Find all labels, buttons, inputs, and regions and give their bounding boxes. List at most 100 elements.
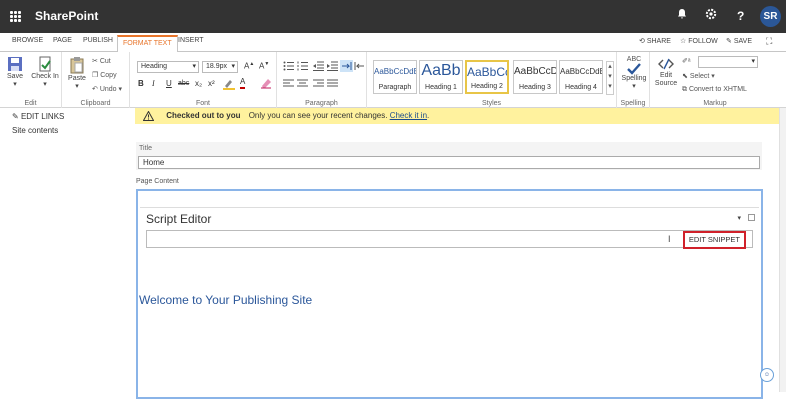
select-button[interactable]: ⬉ Select ▾ — [682, 72, 715, 80]
convert-to-xhtml-button[interactable]: ⧉ Convert to XHTML — [682, 86, 747, 94]
style-heading-3[interactable]: AaBbCcDc Heading 3 — [513, 60, 557, 94]
align-center-icon[interactable] — [297, 79, 308, 88]
group-markup: Edit Source ✐ᵃ ▾ ⬉ Select ▾ ⧉ Convert to… — [650, 52, 780, 108]
superscript-button[interactable]: x² — [208, 79, 215, 88]
tab-publish[interactable]: PUBLISH — [83, 37, 113, 44]
cut-button[interactable]: ✂ Cut — [92, 57, 111, 65]
check-in-label: Check In — [31, 73, 59, 80]
title-field-area: Title Home — [136, 142, 762, 170]
style-preview: AaBbCc — [467, 65, 507, 79]
clear-format-icon[interactable] — [260, 77, 272, 89]
status-title: Checked out to you — [166, 111, 241, 120]
group-label-spelling: Spelling — [620, 100, 646, 107]
increase-indent-icon[interactable] — [327, 61, 338, 71]
select-arrow-icon: ⬉ — [682, 73, 688, 80]
grow-font-icon[interactable]: A▲ — [244, 61, 254, 71]
help-icon[interactable]: ? — [737, 8, 744, 24]
subscript-button[interactable]: x₂ — [195, 79, 202, 88]
title-input[interactable]: Home — [138, 156, 760, 169]
edit-source-button[interactable]: Edit Source — [652, 56, 680, 88]
webpart-menu-icon[interactable]: ▾ — [737, 214, 741, 222]
app-launcher-icon[interactable] — [10, 11, 21, 22]
group-label-markup: Markup — [703, 100, 727, 107]
tab-page[interactable]: PAGE — [53, 37, 72, 44]
bell-icon[interactable] — [677, 8, 687, 20]
star-icon: ☆ — [680, 38, 687, 45]
avatar[interactable]: SR — [760, 6, 781, 27]
app-name[interactable]: SharePoint — [35, 9, 98, 23]
focus-on-content-icon[interactable]: ⛶ — [766, 36, 772, 47]
styles-scroll-icon[interactable]: ▴ ▾ ▾ — [606, 61, 614, 95]
align-left-icon[interactable] — [283, 79, 294, 88]
undo-label: Undo — [99, 86, 117, 93]
checkmark-icon — [627, 63, 641, 75]
tab-format-text[interactable]: FORMAT TEXT — [117, 35, 178, 53]
group-label-styles: Styles — [481, 100, 502, 107]
check-in-link[interactable]: Check it in — [390, 111, 427, 120]
align-right-icon[interactable] — [313, 79, 324, 88]
page-content-editor[interactable]: Script Editor ▾ I EDIT SNIPPET Welcome t… — [136, 189, 763, 399]
script-editor-body[interactable]: I EDIT SNIPPET — [146, 230, 753, 249]
edit-source-label: Edit Source — [654, 72, 678, 87]
nav-site-contents[interactable]: Site contents — [12, 126, 58, 135]
vertical-scrollbar[interactable] — [779, 108, 786, 392]
font-color-button[interactable]: A — [240, 77, 246, 89]
undo-button[interactable]: ↶ Undo ▾ — [92, 85, 122, 93]
save-button[interactable]: Save ▾ — [4, 56, 26, 88]
shrink-font-icon[interactable]: A▼ — [259, 61, 269, 71]
save-label: Save — [7, 73, 23, 80]
edit-links-label: EDIT LINKS — [20, 112, 65, 121]
markup-styles-icon[interactable]: ✐ᵃ — [682, 57, 690, 65]
decrease-indent-icon[interactable] — [313, 61, 324, 71]
group-font: Heading ▾ 18.9px ▾ A▲ A▼ B I U abc x₂ x² A… — [130, 52, 277, 108]
bold-button[interactable]: B — [138, 79, 144, 88]
font-style-select[interactable]: Heading ▾ — [137, 61, 199, 73]
edit-links-button[interactable]: ✎ EDIT LINKS — [12, 112, 64, 121]
check-in-button[interactable]: Check In ▾ — [30, 56, 60, 88]
spelling-label: Spelling — [621, 75, 647, 82]
gear-icon[interactable] — [705, 8, 717, 20]
save-page-button[interactable]: ✎ SAVE — [726, 37, 752, 45]
markup-styles-select[interactable]: ▾ — [698, 56, 758, 68]
save-icon: ✎ — [726, 38, 732, 45]
ltr-icon[interactable] — [340, 60, 353, 72]
status-banner: Checked out to you Only you can see your… — [135, 108, 780, 124]
edit-snippet-button[interactable]: EDIT SNIPPET — [682, 231, 746, 249]
undo-icon: ↶ — [92, 86, 98, 93]
style-heading-2[interactable]: AaBbCc Heading 2 — [465, 60, 509, 94]
highlight-color-icon[interactable] — [222, 78, 236, 90]
share-button[interactable]: ⟲ SHARE — [639, 37, 671, 45]
style-name: Heading 2 — [471, 83, 503, 90]
style-preview: AaBbCcDc — [514, 66, 556, 77]
font-style-value: Heading — [141, 63, 168, 70]
numbering-icon[interactable] — [297, 61, 308, 71]
group-label-edit: Edit — [24, 100, 37, 107]
font-size-value: 18.9px — [206, 63, 228, 70]
feedback-icon[interactable]: ☺ — [760, 368, 774, 382]
paste-button[interactable]: Paste ▾ — [66, 56, 88, 90]
italic-button[interactable]: I — [152, 79, 155, 88]
floppy-icon — [7, 56, 23, 72]
font-size-select[interactable]: 18.9px ▾ — [202, 61, 238, 73]
style-heading-1[interactable]: AaBb Heading 1 — [419, 60, 463, 94]
style-preview: AaBbCcDdE — [560, 67, 602, 76]
style-paragraph[interactable]: AaBbCcDdE Paragraph — [373, 60, 417, 94]
strikethrough-button[interactable]: abc — [178, 80, 189, 87]
select-label: Select — [689, 73, 710, 80]
webpart-select-checkbox[interactable] — [748, 214, 755, 221]
rtl-icon[interactable] — [354, 61, 365, 71]
style-heading-4[interactable]: AaBbCcDdE Heading 4 — [559, 60, 603, 94]
group-styles: AaBbCcDdE Paragraph AaBb Heading 1 AaBbC… — [367, 52, 617, 108]
copy-button[interactable]: ❐ Copy — [92, 71, 117, 79]
underline-button[interactable]: U — [166, 79, 172, 88]
follow-button[interactable]: ☆ FOLLOW — [680, 37, 718, 45]
justify-icon[interactable] — [327, 79, 338, 88]
bullets-icon[interactable] — [283, 61, 294, 71]
style-preview: AaBb — [421, 62, 461, 79]
left-navigation: ✎ EDIT LINKS Site contents — [0, 108, 128, 392]
group-label-font: Font — [195, 100, 210, 107]
spelling-button[interactable]: ABC Spelling ▾ — [620, 56, 648, 90]
tab-insert[interactable]: INSERT — [178, 37, 204, 44]
ribbon: Save ▾ Check In ▾ Edit Paste ▾ ✂ Cut ❐ C… — [0, 52, 786, 108]
tab-browse[interactable]: BROWSE — [12, 37, 43, 44]
